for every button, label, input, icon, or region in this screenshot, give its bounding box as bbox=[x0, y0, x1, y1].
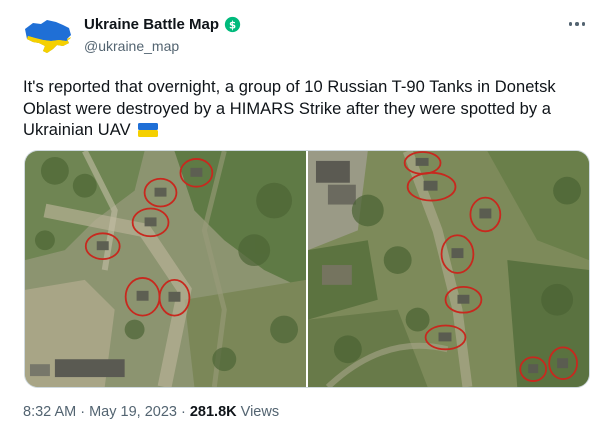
views-count: 281.8K bbox=[189, 404, 237, 420]
ukraine-flag-icon bbox=[138, 123, 159, 137]
tweet-media[interactable] bbox=[24, 150, 590, 388]
tweet-text: It's reported that overnight, a group of… bbox=[23, 77, 583, 142]
ukraine-map-avatar-icon bbox=[25, 20, 71, 53]
views-label: Views bbox=[236, 404, 280, 420]
meta-separator: · bbox=[76, 404, 90, 420]
more-dot-icon bbox=[575, 22, 579, 26]
verified-money-badge-icon[interactable]: $ bbox=[224, 16, 241, 33]
aerial-photo-right-image bbox=[308, 151, 589, 387]
svg-text:$: $ bbox=[229, 20, 236, 31]
meta-separator: · bbox=[176, 404, 190, 420]
more-options-button[interactable] bbox=[565, 18, 589, 30]
author-handle[interactable]: @ukraine_map bbox=[84, 38, 179, 54]
aerial-photo-left-image bbox=[25, 151, 306, 387]
author-name-row[interactable]: Ukraine Battle Map $ bbox=[84, 16, 241, 33]
aerial-photo-left[interactable] bbox=[25, 151, 306, 387]
more-dot-icon bbox=[568, 22, 573, 26]
author-display-name[interactable]: Ukraine Battle Map bbox=[84, 16, 219, 33]
tweet-date[interactable]: May 19, 2023 bbox=[89, 404, 177, 420]
more-dot-icon bbox=[581, 22, 586, 26]
avatar[interactable] bbox=[23, 15, 73, 59]
tweet-body: It's reported that overnight, a group of… bbox=[23, 78, 556, 139]
tweet-meta: 8:32 AM · May 19, 2023 · 281.8K Views bbox=[23, 404, 279, 420]
tweet-time[interactable]: 8:32 AM bbox=[23, 404, 76, 420]
aerial-photo-right[interactable] bbox=[308, 151, 589, 387]
